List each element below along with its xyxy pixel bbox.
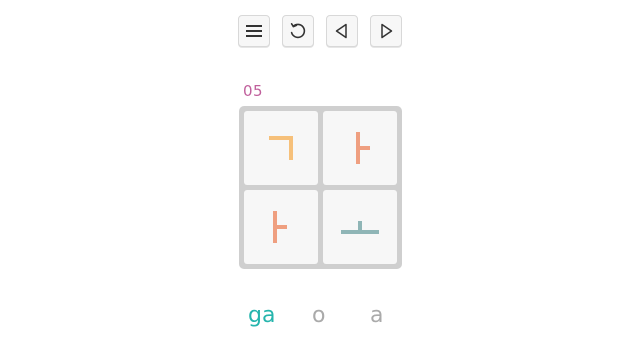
level-number: 05 xyxy=(243,82,264,100)
previous-icon xyxy=(335,23,347,39)
toolbar xyxy=(238,15,402,49)
syllable-list: ga o a xyxy=(240,302,400,334)
tile-o[interactable] xyxy=(323,190,397,264)
tile-a-top[interactable] xyxy=(323,111,397,185)
menu-button[interactable] xyxy=(238,15,270,47)
game-screen: 05 ga o a xyxy=(0,0,640,360)
previous-button[interactable] xyxy=(326,15,358,47)
tile-giyeok[interactable] xyxy=(244,111,318,185)
a-jamo xyxy=(273,211,287,243)
restart-icon xyxy=(290,22,306,39)
menu-icon xyxy=(246,25,262,37)
syllable-o: o xyxy=(312,303,326,328)
o-jamo xyxy=(341,221,379,234)
restart-button[interactable] xyxy=(282,15,314,47)
next-icon xyxy=(381,23,393,39)
next-button[interactable] xyxy=(370,15,402,47)
tile-a-bottom[interactable] xyxy=(244,190,318,264)
syllable-ga: ga xyxy=(248,303,276,328)
giyeok-jamo xyxy=(269,136,293,160)
a-jamo xyxy=(356,132,370,164)
syllable-a: a xyxy=(370,303,384,328)
puzzle-board xyxy=(239,106,402,269)
